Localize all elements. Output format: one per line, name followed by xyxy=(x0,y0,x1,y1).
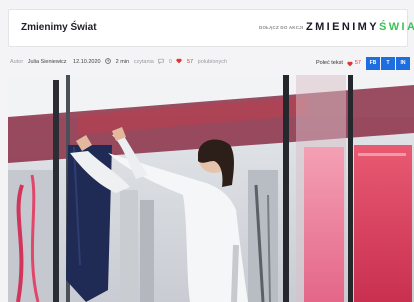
read-time: 2 min xyxy=(115,59,130,65)
twitter-share-button[interactable]: T xyxy=(381,56,395,70)
heart-icon xyxy=(176,58,183,66)
page-title[interactable]: Zmienimy Świat xyxy=(21,22,97,33)
logo-accent-text: ŚWIAT xyxy=(378,21,414,33)
publish-date: 12.10.2020 xyxy=(73,59,101,65)
likes-suffix: polubionych xyxy=(197,59,228,65)
article-hero-image xyxy=(8,75,414,302)
facebook-share-button[interactable]: FB xyxy=(366,56,380,70)
site-header: Zmienimy Świat DOŁĄCZ DO AKCJI ZMIENIMYŚ… xyxy=(8,9,414,47)
heart-icon xyxy=(347,54,353,72)
read-time-suffix: czytania xyxy=(133,59,154,65)
brand-logo[interactable]: ZMIENIMYŚWIAT xyxy=(306,21,414,33)
clock-icon xyxy=(105,58,111,66)
share-count: 57 xyxy=(354,60,361,66)
share-label: Poleć tekst xyxy=(315,60,343,66)
linkedin-share-button[interactable]: IN xyxy=(396,56,410,70)
article-meta: Autor Julia Sieniewicz 12.10.2020 2 min … xyxy=(10,58,230,66)
author-prefix: Autor xyxy=(10,59,24,65)
comment-count: 0 xyxy=(168,59,172,65)
join-action-link[interactable]: DOŁĄCZ DO AKCJI xyxy=(259,25,303,30)
comment-icon xyxy=(158,58,165,66)
likes-count: 57 xyxy=(187,59,194,65)
logo-main-text: ZMIENIMY xyxy=(306,21,379,33)
author-name[interactable]: Julia Sieniewicz xyxy=(28,59,67,65)
share-bar: Poleć tekst 57 FB T IN xyxy=(316,54,410,72)
